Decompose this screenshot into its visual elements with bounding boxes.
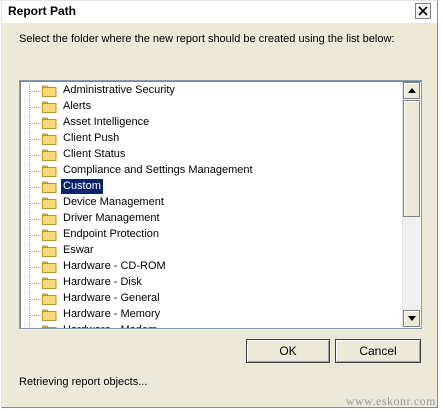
tree-connector [29,91,41,92]
folder-tree[interactable]: Administrative Security Alerts Asset Intel… [19,80,422,329]
status-text: Retrieving report objects... [19,376,148,388]
tree-item[interactable]: Hardware - Disk [20,275,400,291]
tree-connector [29,107,41,108]
tree-connector [29,219,41,220]
tree-connector [29,299,41,300]
tree-item-label: Alerts [63,100,92,112]
close-button[interactable] [415,3,431,19]
tree-item-label: Custom [60,178,104,195]
folder-icon [42,197,57,209]
tree-item[interactable]: Eswar [20,243,400,259]
tree-connector [29,155,41,156]
folder-icon [42,277,57,289]
up-arrow-icon [407,88,416,93]
tree-item-label: Client Status [63,148,126,160]
folder-icon [42,165,57,177]
close-icon [418,6,428,16]
tree-item-label: Device Management [63,196,164,208]
tree-connector [29,283,41,284]
folder-icon [42,261,57,273]
tree-connector [29,203,41,204]
report-path-dialog: Report Path Select the folder where the … [1,0,438,408]
tree-item[interactable]: Administrative Security [20,83,400,99]
tree-item[interactable]: Hardware - CD-ROM [20,259,400,275]
tree-item-label: Eswar [63,244,94,256]
folder-icon [42,181,57,193]
down-arrow-icon [407,316,416,321]
tree-item[interactable]: Hardware - Modem [20,323,400,328]
scroll-up-button[interactable] [403,82,420,99]
tree-item[interactable]: Custom [20,178,400,195]
folder-icon [42,117,57,129]
tree-connector [29,187,41,188]
folder-icon [42,213,57,225]
tree-item-label: Hardware - Disk [63,276,142,288]
tree-item-label: Endpoint Protection [63,228,160,240]
tree-connector [29,235,41,236]
tree-connector [29,251,41,252]
folder-icon [42,309,57,321]
folder-icon [42,85,57,97]
tree-item-label: Hardware - General [63,292,160,304]
tree-item[interactable]: Alerts [20,99,400,115]
tree-connector [29,139,41,140]
scroll-thumb[interactable] [403,100,420,217]
tree-item[interactable]: Driver Management [20,211,400,227]
tree-item-label: Client Push [63,132,120,144]
tree-item-label: Administrative Security [63,84,175,96]
cancel-button[interactable]: Cancel [335,339,421,363]
tree-item-label: Hardware - Memory [63,308,161,320]
tree-item-label: Driver Management [63,212,160,224]
folder-icon [42,133,57,145]
tree-item[interactable]: Hardware - General [20,291,400,307]
tree-item[interactable]: Hardware - Memory [20,307,400,323]
tree-connector [29,123,41,124]
tree-item-label: Compliance and Settings Management [63,164,253,176]
tree-item-label: Hardware - CD-ROM [63,260,166,272]
folder-icon [42,149,57,161]
folder-icon [42,325,57,328]
tree-item[interactable]: Endpoint Protection [20,227,400,243]
folder-icon [42,229,57,241]
tree-item[interactable]: Client Status [20,147,400,163]
tree-item[interactable]: Device Management [20,195,400,211]
instruction-text: Select the folder where the new report s… [19,33,395,45]
tree-item[interactable]: Compliance and Settings Management [20,163,400,179]
tree-item-label: Asset Intelligence [63,116,150,128]
vertical-scrollbar[interactable] [402,82,420,327]
tree-item-label: Hardware - Modem [61,323,159,328]
tree-connector [29,171,41,172]
tree-item[interactable]: Client Push [20,131,400,147]
window-title: Report Path [8,4,77,18]
scroll-down-button[interactable] [403,310,420,327]
folder-tree-items: Administrative Security Alerts Asset Intel… [20,81,403,328]
folder-icon [42,293,57,305]
watermark-text: www.eskonr.com [345,394,436,408]
folder-icon [42,101,57,113]
tree-connector [29,315,41,316]
folder-icon [42,245,57,257]
tree-item[interactable]: Asset Intelligence [20,115,400,131]
ok-button[interactable]: OK [246,339,330,363]
tree-connector [29,267,41,268]
title-bar: Report Path [2,1,437,23]
